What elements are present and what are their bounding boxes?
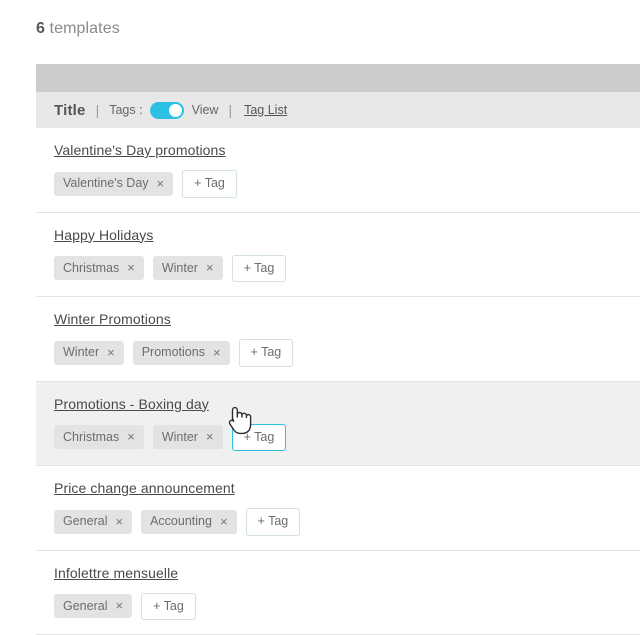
header-separator-2: | xyxy=(228,102,232,118)
tag-remove-icon[interactable]: × xyxy=(220,515,228,528)
tag-chip: Accounting × xyxy=(141,510,236,534)
template-count-number: 6 xyxy=(36,20,45,37)
tag-chip-label: Winter xyxy=(162,262,198,275)
add-tag-button[interactable]: + Tag xyxy=(239,339,294,367)
tag-chip-label: General xyxy=(63,515,107,528)
tag-chip: Winter × xyxy=(54,341,124,365)
tag-list: Christmas × Winter × + Tag xyxy=(54,424,640,452)
table-top-band xyxy=(36,64,640,92)
table-row: Promotions - Boxing day Christmas × Winter ×… xyxy=(36,382,640,467)
table-row: Winter Promotions Winter × Promotions × + Tag xyxy=(36,297,640,382)
tag-list: Winter × Promotions × + Tag xyxy=(54,339,640,367)
template-count-summary: 6 templates xyxy=(36,20,120,38)
tag-chip: Promotions × xyxy=(133,341,230,365)
tag-list: Christmas × Winter × + Tag xyxy=(54,255,640,283)
table-row: Happy Holidays Christmas × Winter × + Tag xyxy=(36,213,640,298)
table-row: Valentine's Day promotions Valentine's Da… xyxy=(36,128,640,213)
template-title-link[interactable]: Infolettre mensuelle xyxy=(54,565,178,581)
tag-chip-label: Winter xyxy=(63,346,99,359)
tag-chip-label: Christmas xyxy=(63,262,119,275)
template-rows-container: Valentine's Day promotions Valentine's Da… xyxy=(36,128,640,635)
tag-chip-label: Valentine's Day xyxy=(63,177,149,190)
table-row: Infolettre mensuelle General × + Tag xyxy=(36,551,640,635)
add-tag-button[interactable]: + Tag xyxy=(232,424,287,452)
tag-chip-label: General xyxy=(63,600,107,613)
tag-list-link[interactable]: Tag List xyxy=(244,103,287,117)
tag-remove-icon[interactable]: × xyxy=(206,261,214,274)
tag-remove-icon[interactable]: × xyxy=(115,515,123,528)
template-title-link[interactable]: Price change announcement xyxy=(54,480,235,496)
tag-chip: Christmas × xyxy=(54,425,144,449)
tag-remove-icon[interactable]: × xyxy=(115,599,123,612)
tag-chip-label: Christmas xyxy=(63,431,119,444)
column-header-view-label: View xyxy=(192,103,219,117)
templates-table: Title | Tags : View | Tag List Valentine… xyxy=(36,64,640,635)
tag-remove-icon[interactable]: × xyxy=(107,346,115,359)
column-header-tags-label: Tags : xyxy=(109,103,142,117)
header-separator-1: | xyxy=(96,102,100,118)
template-title-link[interactable]: Valentine's Day promotions xyxy=(54,142,226,158)
add-tag-button[interactable]: + Tag xyxy=(246,508,301,536)
tag-chip-label: Accounting xyxy=(150,515,212,528)
tag-remove-icon[interactable]: × xyxy=(157,177,165,190)
tag-remove-icon[interactable]: × xyxy=(127,430,135,443)
tag-remove-icon[interactable]: × xyxy=(127,261,135,274)
tag-chip: Winter × xyxy=(153,256,223,280)
template-count-label: templates xyxy=(50,20,120,37)
tag-chip-label: Promotions xyxy=(142,346,205,359)
tag-chip: General × xyxy=(54,594,132,618)
add-tag-button[interactable]: + Tag xyxy=(182,170,237,198)
tags-view-toggle[interactable] xyxy=(150,102,184,119)
tag-chip: Christmas × xyxy=(54,256,144,280)
add-tag-button[interactable]: + Tag xyxy=(141,593,196,621)
tag-list: General × Accounting × + Tag xyxy=(54,508,640,536)
template-title-link[interactable]: Winter Promotions xyxy=(54,311,171,327)
tag-chip: Winter × xyxy=(153,425,223,449)
tag-remove-icon[interactable]: × xyxy=(206,430,214,443)
table-row: Price change announcementGeneral×Account… xyxy=(36,466,640,551)
toggle-knob xyxy=(169,104,182,117)
column-header-title: Title xyxy=(54,102,86,119)
tag-chip-label: Winter xyxy=(162,431,198,444)
table-column-header: Title | Tags : View | Tag List xyxy=(36,92,640,128)
tag-list: General × + Tag xyxy=(54,593,640,621)
tag-chip: Valentine's Day × xyxy=(54,172,173,196)
template-title-link[interactable]: Happy Holidays xyxy=(54,227,153,243)
tag-list: Valentine's Day × + Tag xyxy=(54,170,640,198)
add-tag-button[interactable]: + Tag xyxy=(232,255,287,283)
template-title-link[interactable]: Promotions - Boxing day xyxy=(54,396,209,412)
tag-chip: General × xyxy=(54,510,132,534)
tag-remove-icon[interactable]: × xyxy=(213,346,221,359)
